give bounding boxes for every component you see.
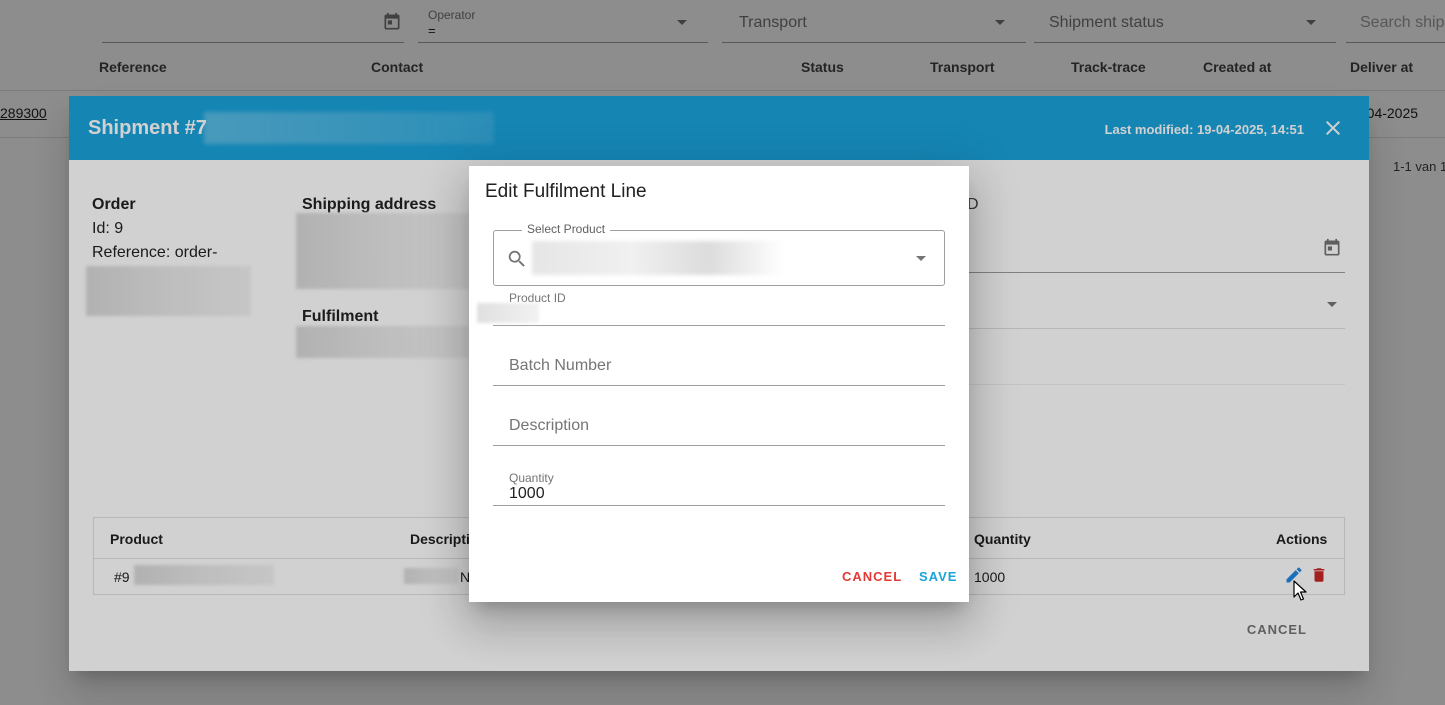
redacted-product-id [477, 303, 539, 323]
quantity-underline [493, 505, 945, 506]
select-product-label: Select Product [522, 222, 611, 236]
select-product-field[interactable]: Select Product [493, 222, 945, 286]
redacted-selected-product [532, 241, 784, 275]
dialog-title: Edit Fulfilment Line [485, 181, 647, 202]
description-field[interactable]: Description [493, 402, 945, 446]
quantity-label: Quantity [509, 471, 554, 485]
chevron-down-icon[interactable] [916, 256, 926, 261]
mouse-cursor-icon [1293, 580, 1307, 601]
save-button[interactable]: SAVE [919, 569, 957, 584]
product-id-field[interactable]: Product ID [493, 286, 945, 326]
quantity-value: 1000 [509, 485, 545, 502]
batch-number-placeholder: Batch Number [509, 357, 612, 374]
description-placeholder: Description [509, 417, 590, 434]
description-underline [493, 445, 945, 446]
quantity-field[interactable]: Quantity 1000 [493, 462, 945, 506]
cancel-button[interactable]: CANCEL [842, 569, 902, 584]
search-icon [508, 250, 525, 267]
batch-number-underline [493, 385, 945, 386]
edit-fulfilment-line-dialog: Edit Fulfilment Line Select Product Prod… [469, 166, 969, 602]
batch-number-field[interactable]: Batch Number [493, 342, 945, 386]
product-id-underline [493, 325, 945, 326]
